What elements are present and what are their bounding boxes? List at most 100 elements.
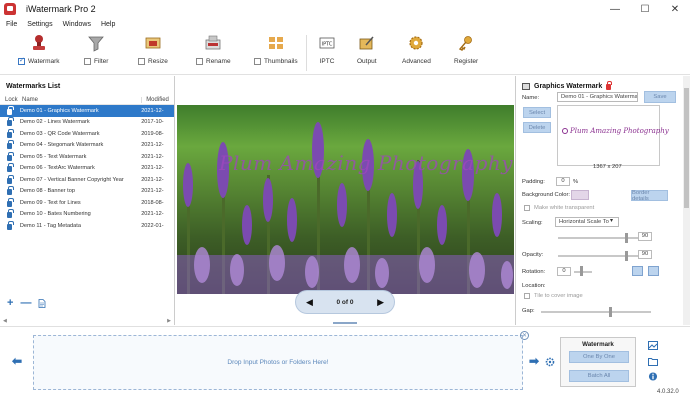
watermark-row[interactable]: Demo 07 - Vertical Banner Copyright Year… [0,174,174,186]
padding-input[interactable]: 0 [556,177,570,186]
gear-icon[interactable] [545,357,555,367]
rotation-value[interactable]: 0 [557,267,571,276]
watermark-row[interactable]: Demo 10 - Bates Numbering 2021-12- [0,209,174,221]
gap-slider-thumb[interactable] [609,307,612,317]
gap-slider[interactable] [541,311,651,313]
opacity-slider-thumb[interactable] [625,251,628,261]
opacity-label: Opacity: [522,252,544,258]
toolbar: Watermark Filter Resize Rename Thumbnail… [0,30,690,75]
one-by-one-button[interactable]: One By One [569,351,629,363]
toolbar-rename[interactable]: Rename [196,34,231,72]
delete-button[interactable]: Delete [523,122,551,133]
toolbar-output-label: Output [357,58,377,65]
scrollbar-thumb[interactable] [684,88,689,208]
watermark-row[interactable]: Demo 09 - Text for Lines 2018-08- [0,197,174,209]
white-transparent-checkbox[interactable] [524,205,530,211]
panel-splitter-handle[interactable] [333,322,357,324]
toolbar-filter[interactable]: Filter [84,34,108,72]
name-input[interactable]: Demo 01 - Graphics Watermark [557,92,638,102]
toolbar-output[interactable]: Output [357,34,377,72]
menu-file[interactable]: File [6,21,17,28]
clear-input-button[interactable]: ✕ [520,331,529,340]
name-label: Name: [522,95,540,101]
column-modified[interactable]: Modified [141,96,174,103]
graphic-dimensions: 1367 x 207 [593,164,622,170]
batch-all-button[interactable]: Batch All [569,370,629,382]
flip-horizontal-button[interactable] [632,266,643,276]
border-details-button[interactable]: Border details [631,190,668,202]
toolbar-advanced[interactable]: Advanced [402,34,431,72]
scroll-left-icon[interactable]: ◀ [3,318,7,324]
watermark-row[interactable]: Demo 08 - Banner top 2021-12- [0,186,174,198]
remove-watermark-button[interactable]: — [20,297,31,309]
toolbar-thumbnails[interactable]: Thumbnails [254,34,298,72]
drop-zone[interactable]: Drop Input Photos or Folders Here! [33,335,523,390]
watermark-name: Demo 05 - Text Watermark [19,153,87,160]
toolbar-register-label: Register [454,58,479,65]
scaling-slider-thumb[interactable] [625,233,628,243]
next-image-button[interactable]: ▶ [377,297,384,308]
flip-vertical-button[interactable] [648,266,659,276]
rename-checkbox[interactable] [196,58,203,65]
page-indicator: 0 of 0 [336,298,354,306]
menu-help[interactable]: Help [101,21,115,28]
watermark-checkbox[interactable] [18,56,25,65]
select-button[interactable]: Select [523,107,551,118]
toolbar-watermark[interactable]: Watermark [18,34,60,72]
watermark-name: Demo 11 - Tag Metadata [19,222,81,229]
tile-checkbox[interactable] [524,293,530,299]
menu-settings[interactable]: Settings [27,21,52,28]
add-watermark-button[interactable]: + [7,297,13,309]
toolbar-rename-label: Rename [206,58,231,65]
settings-panel: Graphics Watermark Name: Demo 01 - Graph… [515,76,690,325]
drop-zone-text: Drop Input Photos or Folders Here! [227,359,329,366]
watermark-modified: 2021-12- [141,165,164,172]
background-color-swatch[interactable] [571,190,589,200]
toolbar-advanced-label: Advanced [402,58,431,65]
window-title: iWatermark Pro 2 [26,4,96,14]
watermark-row[interactable]: Demo 03 - QR Code Watermark 2019-08- [0,128,174,140]
menu-windows[interactable]: Windows [63,21,91,28]
bottom-bar: ⬅ Drop Input Photos or Folders Here! ✕ ➡… [0,326,690,400]
vertical-scrollbar[interactable] [683,76,690,325]
graphic-preview-text: Plum Amazing Photography [570,127,669,135]
lock-icon [7,117,14,127]
horizontal-scrollbar[interactable]: ◀ ▶ [3,318,171,324]
info-icon[interactable] [648,372,658,381]
watermark-row[interactable]: Demo 01 - Graphics Watermark 2021-12- [0,105,174,117]
opacity-value[interactable]: 90 [638,250,652,259]
previous-image-button[interactable]: ◀ [306,297,313,308]
resize-checkbox[interactable] [138,58,145,65]
toolbar-register[interactable]: Register [454,34,478,72]
toolbar-resize[interactable]: Resize [138,34,168,72]
folder-icon[interactable] [648,357,658,366]
thumbnails-checkbox[interactable] [254,58,261,65]
rotation-slider[interactable] [574,271,592,273]
document-icon[interactable] [38,298,46,308]
watermark-row[interactable]: Demo 11 - Tag Metadata 2022-01- [0,220,174,232]
watermark-name: Demo 09 - Text for Lines [19,199,81,206]
toolbar-iptc[interactable]: IPTC IPTC [318,34,336,72]
lock-icon [7,163,14,173]
watermark-row[interactable]: Demo 02 - Lines Watermark 2017-10- [0,117,174,129]
rotation-slider-thumb[interactable] [580,266,583,276]
maximize-button[interactable]: ☐ [630,0,660,18]
watermark-modified: 2021-12- [141,142,164,149]
panel-title: Graphics Watermark [534,82,603,90]
watermark-row[interactable]: Demo 04 - Stegomark Watermark 2021-12- [0,140,174,152]
save-button[interactable]: Save [644,91,676,103]
watermark-row[interactable]: Demo 06 - TextArc Watermark 2021-12- [0,163,174,175]
watermark-row[interactable]: Demo 05 - Text Watermark 2021-12- [0,151,174,163]
scaling-value[interactable]: 90 [638,232,652,241]
watermark-actions: + — [7,297,46,309]
close-button[interactable]: ✕ [660,0,690,18]
image-icon[interactable] [648,341,658,350]
minimize-button[interactable]: — [600,0,630,18]
column-name[interactable]: Name [16,97,141,103]
column-lock[interactable]: Lock [0,97,18,103]
gap-label: Gap: [522,308,535,314]
filter-checkbox[interactable] [84,58,91,65]
camera-logo-icon [562,128,568,134]
watermark-overlay-text: Plum Amazing Photography [219,151,514,175]
scroll-right-icon[interactable]: ▶ [167,318,171,324]
